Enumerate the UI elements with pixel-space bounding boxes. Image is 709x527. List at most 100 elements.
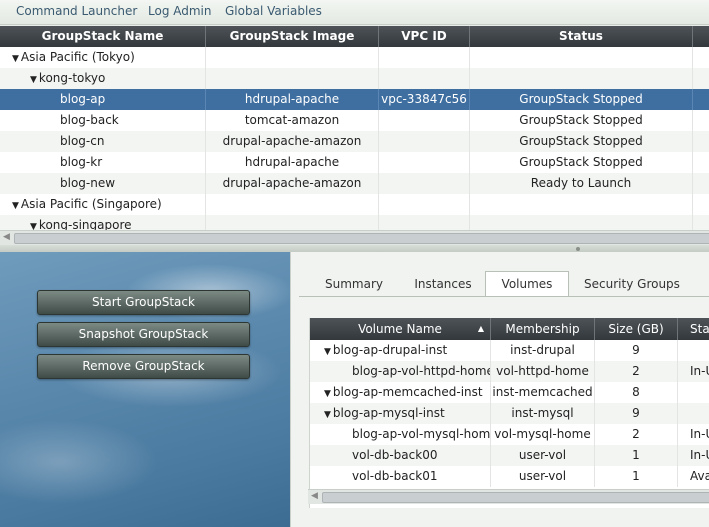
volume-row[interactable]: blog-ap-vol-mysql-home vol-mysql-home 2 … (310, 424, 709, 445)
table-row[interactable]: blog-new drupal-apache-amazon Ready to L… (0, 173, 709, 194)
groupstack-name: blog-cn (0, 131, 206, 152)
table-row[interactable]: blog-kr hdrupal-apache GroupStack Stoppe… (0, 152, 709, 173)
tab-volumes[interactable]: Volumes (485, 271, 569, 297)
expand-triangle-icon[interactable]: ▼ (30, 222, 37, 230)
groupstack-status: GroupStack Stopped (470, 89, 693, 110)
expand-triangle-icon[interactable]: ▼ (12, 54, 19, 64)
col-status[interactable]: Status (470, 26, 693, 47)
menu-global-variables[interactable]: Global Variables (225, 4, 322, 18)
volume-row[interactable]: vol-db-back00 user-vol 1 In-U (310, 445, 709, 466)
volume-status: Avail (678, 466, 709, 487)
scroll-left-icon[interactable]: ◀ (311, 491, 318, 501)
volume-row[interactable]: vol-db-back01 user-vol 1 Avail (310, 466, 709, 487)
groupstack-table: GroupStack Name GroupStack Image VPC ID … (0, 26, 709, 230)
vpc-group-label: kong-tokyo (38, 71, 106, 85)
groupstack-status: Ready to Launch (470, 173, 693, 194)
scroll-thumb[interactable] (14, 233, 709, 244)
volume-membership: inst-drupal (491, 340, 595, 361)
volumes-hscrollbar[interactable]: ◀ (308, 489, 709, 504)
volume-membership: vol-mysql-home (491, 424, 595, 445)
tab-security-groups[interactable]: Security Groups (577, 272, 687, 296)
expand-triangle-icon[interactable]: ▼ (324, 410, 331, 420)
vpc-group-label: kong-singapore (38, 218, 132, 230)
groupstack-name: blog-ap (0, 89, 206, 110)
volume-name: vol-db-back01 (310, 466, 491, 487)
volume-name: blog-ap-vol-mysql-home (310, 424, 491, 445)
remove-groupstack-button[interactable]: Remove GroupStack (37, 354, 250, 379)
volume-membership: user-vol (491, 445, 595, 466)
tab-underline (299, 296, 709, 297)
volume-name: blog-ap-mysql-inst (332, 406, 445, 420)
sort-ascending-icon: ▲ (477, 324, 484, 333)
volume-row[interactable]: blog-ap-vol-httpd-home vol-httpd-home 2 … (310, 361, 709, 382)
volume-row[interactable]: ▼ blog-ap-drupal-inst inst-drupal 9 (310, 340, 709, 361)
volume-size: 2 (595, 361, 678, 382)
groupstack-name: blog-back (0, 110, 206, 131)
groupstack-vpc (379, 110, 470, 131)
tab-summary[interactable]: Summary (317, 272, 391, 296)
groupstack-vpc (379, 152, 470, 173)
menu-log-admin[interactable]: Log Admin (148, 4, 212, 18)
volume-size: 2 (595, 424, 678, 445)
table-row[interactable]: blog-back tomcat-amazon GroupStack Stopp… (0, 110, 709, 131)
groupstack-image: hdrupal-apache (206, 152, 379, 173)
groupstack-vpc (379, 131, 470, 152)
volume-name: blog-ap-vol-httpd-home (310, 361, 491, 382)
scroll-thumb[interactable] (322, 492, 709, 503)
expand-triangle-icon[interactable]: ▼ (12, 201, 19, 211)
volume-row[interactable]: ▼ blog-ap-mysql-inst inst-mysql 9 (310, 403, 709, 424)
volume-name: vol-db-back00 (310, 445, 491, 466)
menu-command-launcher[interactable]: Command Launcher (16, 4, 137, 18)
drag-handle-icon[interactable] (576, 247, 580, 251)
volume-status: In-U (678, 361, 709, 382)
col-vpc-id[interactable]: VPC ID (379, 26, 470, 47)
table-row[interactable]: ▼ Asia Pacific (Singapore) (0, 194, 709, 215)
groupstack-image: drupal-apache-amazon (206, 173, 379, 194)
volume-status (678, 403, 709, 424)
table-row[interactable]: blog-cn drupal-apache-amazon GroupStack … (0, 131, 709, 152)
col-volume-status[interactable]: Stat (678, 318, 709, 340)
volume-size: 8 (595, 382, 678, 403)
scroll-left-icon[interactable]: ◀ (3, 232, 10, 242)
region-label: Asia Pacific (Tokyo) (20, 50, 135, 64)
volume-row[interactable]: ▼ blog-ap-memcached-inst inst-memcached 8 (310, 382, 709, 403)
volumes-table: Volume Name▲ Membership Size (GB) Stat ▼… (309, 318, 709, 508)
table-row[interactable]: ▼ kong-singapore (0, 215, 709, 230)
groupstack-image: tomcat-amazon (206, 110, 379, 131)
volume-size: 1 (595, 445, 678, 466)
col-size[interactable]: Size (GB) (595, 318, 678, 340)
split-pane-divider[interactable] (0, 245, 709, 252)
table-row[interactable]: ▼ kong-tokyo (0, 68, 709, 89)
table-row[interactable]: ▼ Asia Pacific (Tokyo) (0, 47, 709, 68)
expand-triangle-icon[interactable]: ▼ (324, 389, 331, 399)
start-groupstack-button[interactable]: Start GroupStack (37, 290, 250, 315)
groupstack-status: GroupStack Stopped (470, 110, 693, 131)
expand-triangle-icon[interactable]: ▼ (30, 75, 37, 85)
volumes-table-header: Volume Name▲ Membership Size (GB) Stat (310, 318, 709, 340)
groupstack-name: blog-new (0, 173, 206, 194)
col-spacer (693, 26, 709, 47)
groupstack-name: blog-kr (0, 152, 206, 173)
volume-status (678, 340, 709, 361)
groupstack-image: hdrupal-apache (206, 89, 379, 110)
volume-status: In-U (678, 424, 709, 445)
col-volume-name[interactable]: Volume Name ▲ (310, 318, 491, 340)
snapshot-groupstack-button[interactable]: Snapshot GroupStack (37, 322, 250, 347)
volume-size: 9 (595, 403, 678, 424)
groupstack-image: drupal-apache-amazon (206, 131, 379, 152)
menu-bar: Command Launcher Log Admin Global Variab… (0, 0, 709, 25)
action-panel: Start GroupStack Snapshot GroupStack Rem… (0, 252, 290, 527)
tab-instances[interactable]: Instances (403, 272, 483, 296)
col-groupstack-image[interactable]: GroupStack Image (206, 26, 379, 47)
region-label: Asia Pacific (Singapore) (20, 197, 162, 211)
table-row-selected[interactable]: blog-ap hdrupal-apache vpc-33847c56 Grou… (0, 89, 709, 110)
groupstack-table-header: GroupStack Name GroupStack Image VPC ID … (0, 26, 709, 47)
col-groupstack-name[interactable]: GroupStack Name (0, 26, 206, 47)
col-membership[interactable]: Membership (491, 318, 595, 340)
volume-membership: vol-httpd-home (491, 361, 595, 382)
groupstack-hscrollbar[interactable]: ◀ (0, 230, 709, 245)
volume-membership: user-vol (491, 466, 595, 487)
details-tabs: Summary Instances Volumes Security Group… (291, 252, 709, 297)
volume-status: In-U (678, 445, 709, 466)
expand-triangle-icon[interactable]: ▼ (324, 347, 331, 357)
